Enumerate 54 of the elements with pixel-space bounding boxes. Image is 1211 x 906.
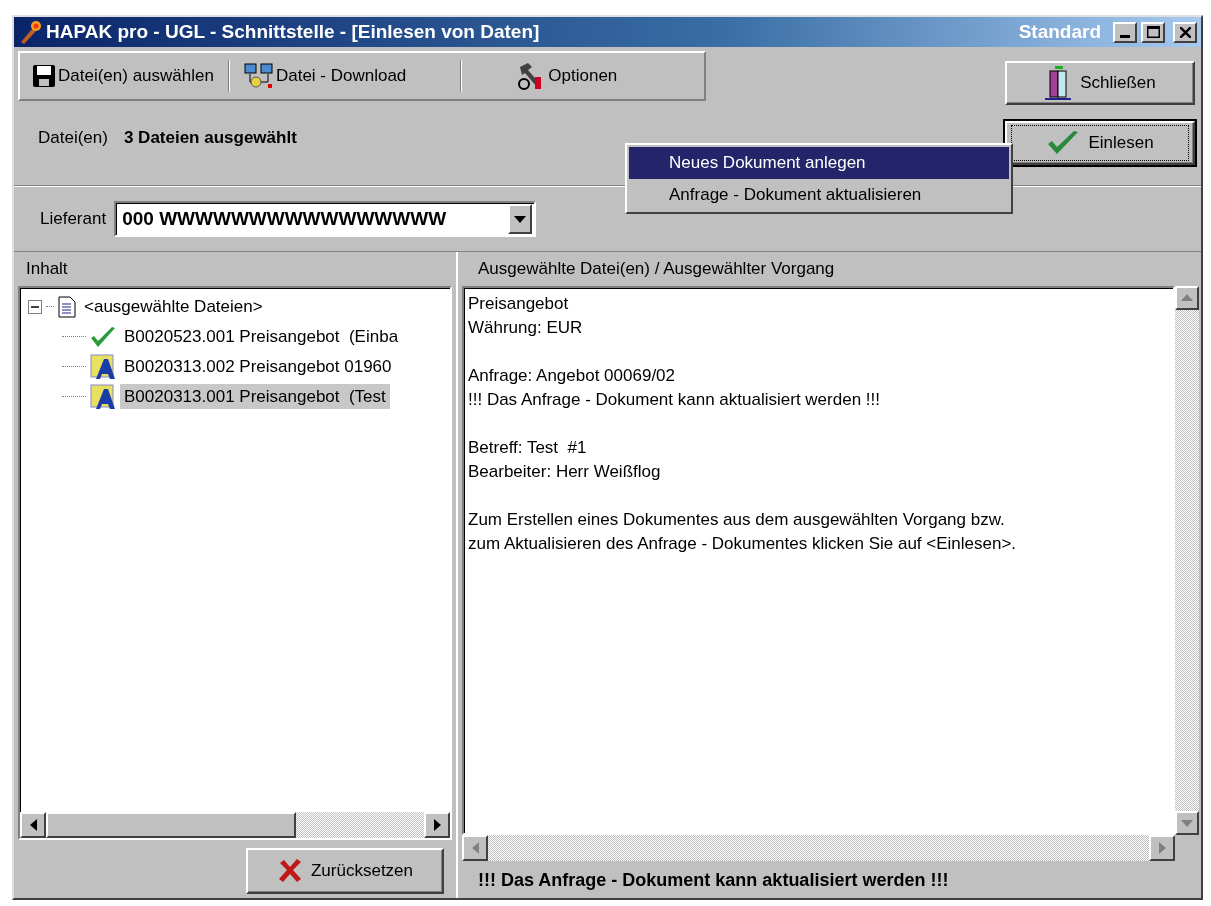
text-line: Anfrage: Angebot 00069/02 (468, 364, 676, 387)
toolbar-button[interactable]: Datei(en) auswählen (26, 61, 220, 91)
text-line: zum Aktualisieren des Anfrage - Dokumentes klicken Sie auf <Einlesen>. (468, 532, 1018, 555)
document-icon (58, 295, 76, 318)
panel-header: Ausgewählte Datei(en) / Ausgewählter Vorgang (477, 258, 836, 280)
close-button[interactable]: Schließen (1005, 61, 1195, 105)
scroll-right-icon (1158, 842, 1166, 854)
field-label: Datei(en) (38, 127, 108, 149)
selected-files-text: 3 Dateien ausgewählt (123, 127, 297, 149)
scroll-left-icon (471, 842, 479, 854)
close-button[interactable] (1173, 21, 1197, 43)
menu-item[interactable]: Anfrage - Dokument aktualisieren (629, 178, 1009, 210)
tree-item[interactable]: B0020313.002 Preisangebot 01960 (120, 353, 396, 380)
scroll-down-icon (1181, 819, 1193, 827)
minimize-icon (1120, 35, 1130, 38)
exit-door-icon (1044, 65, 1073, 101)
checkmark-icon (1046, 130, 1081, 156)
dropdown-arrow-icon (514, 215, 527, 223)
horizontal-scrollbar[interactable] (462, 835, 1175, 861)
checkmark-icon (90, 325, 116, 348)
tree-item[interactable]: B0020313.001 Preisangebot (Test (120, 383, 390, 410)
panel-header: Inhalt (25, 258, 69, 280)
field-label: Lieferant (40, 208, 107, 231)
tree-item[interactable]: B0020523.001 Preisangebot (Einba (120, 323, 403, 350)
supplier-dropdown[interactable]: 000 WWWWWWWWWWWWWWWW (114, 201, 537, 237)
text-line: Währung: EUR (468, 316, 584, 339)
minimize-button[interactable] (1113, 21, 1137, 43)
horizontal-scrollbar[interactable] (20, 812, 450, 838)
menu-item[interactable]: Neues Dokument anlegen (629, 147, 1009, 179)
cross-icon (276, 858, 303, 884)
document-a-icon (90, 383, 116, 410)
import-button[interactable]: Einlesen (1005, 121, 1195, 165)
maximize-button[interactable] (1141, 21, 1165, 43)
text-line: !!! Das Anfrage - Dokument kann aktualisiert werden !!! (468, 388, 881, 411)
window-title: HAPAK pro - UGL - Schnittstelle - [Einlesen von Daten] (46, 19, 540, 44)
toolbar-button[interactable]: Optionen (510, 59, 624, 93)
scroll-left-icon (29, 819, 37, 831)
text-line: Betreff: Test #1 (468, 436, 588, 459)
layout-label: Standard (1018, 19, 1101, 44)
toolbar-button[interactable]: Datei - Download (237, 60, 413, 92)
torch-icon (18, 20, 42, 44)
vertical-scrollbar[interactable] (1175, 285, 1199, 835)
status-message: !!! Das Anfrage - Dokument kann aktualisiert werden !!! (477, 869, 950, 892)
document-a-icon (90, 353, 116, 380)
reset-button[interactable]: Zurücksetzen (246, 848, 444, 894)
tree-item[interactable]: <ausgewählte Dateien> (80, 293, 267, 320)
maximize-icon (1146, 26, 1160, 38)
close-icon (1179, 26, 1191, 38)
text-line: Preisangebot (468, 292, 570, 315)
text-line: Zum Erstellen eines Dokumentes aus dem ausgewählten Vorgang bzw. (468, 508, 1006, 531)
scroll-up-icon (1181, 294, 1193, 301)
computers-icon (243, 62, 274, 90)
text-line: Bearbeiter: Herr Weißflog (468, 460, 662, 483)
scroll-right-icon (433, 819, 441, 831)
